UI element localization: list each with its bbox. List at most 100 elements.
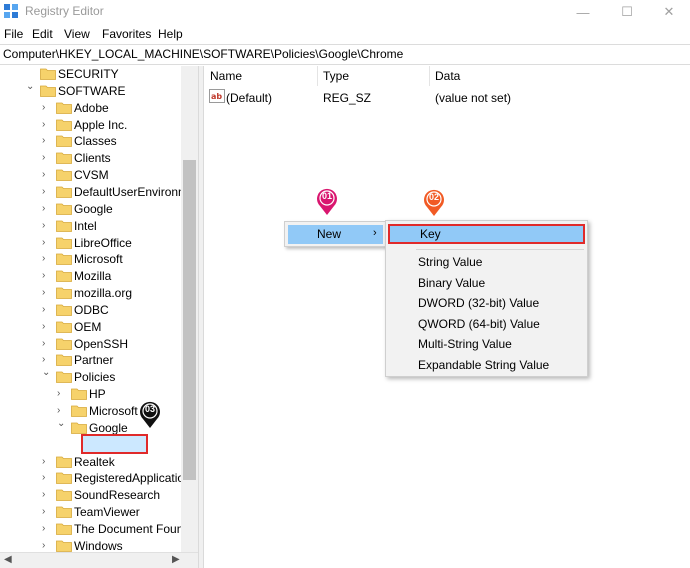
menu-favorites[interactable]: Favorites <box>102 27 151 41</box>
column-data[interactable]: Data <box>435 66 460 86</box>
chevron-right-icon[interactable]: › <box>42 102 52 114</box>
tree-item[interactable]: › The Document Found <box>0 521 190 538</box>
chevron-right-icon[interactable]: › <box>42 321 52 333</box>
column-name[interactable]: Name <box>210 66 242 86</box>
address-path: Computer\HKEY_LOCAL_MACHINE\SOFTWARE\Pol… <box>3 47 404 61</box>
chevron-right-icon[interactable]: › <box>42 506 52 518</box>
tree-item[interactable]: › RegisteredApplication <box>0 470 191 487</box>
registry-tree[interactable]: SECURITY ⌄ SOFTWARE › Adobe › Apple Inc. › Class… <box>0 66 198 554</box>
folder-icon <box>56 152 72 165</box>
tree-item[interactable]: ⌄ Policies <box>0 367 181 386</box>
tree-item[interactable]: › Apple Inc. <box>0 117 181 134</box>
tree-item-label: Policies <box>74 370 116 385</box>
tree-item[interactable]: › mozilla.org <box>0 285 181 302</box>
value-name: (Default) <box>226 91 273 105</box>
tree-item[interactable]: › Classes <box>0 133 181 150</box>
minimize-button[interactable]: — <box>562 0 604 24</box>
chevron-right-icon[interactable]: › <box>42 152 52 164</box>
tree-item[interactable]: › Intel <box>0 218 181 235</box>
tree-item[interactable]: › ODBC <box>0 302 181 319</box>
tree-horizontal-scrollbar[interactable]: ◀ ▶ <box>0 552 198 568</box>
menu-item-string-value[interactable]: String Value <box>418 255 482 269</box>
window-title: Registry Editor <box>25 4 104 18</box>
chevron-right-icon[interactable]: › <box>42 304 52 316</box>
chevron-right-icon[interactable]: › <box>42 354 52 366</box>
chevron-right-icon[interactable]: › <box>42 169 52 181</box>
menu-item-dword-value[interactable]: DWORD (32-bit) Value <box>418 296 539 310</box>
chevron-right-icon[interactable]: › <box>42 237 52 249</box>
folder-icon <box>71 388 87 401</box>
menu-help[interactable]: Help <box>158 27 183 41</box>
tree-item-label: Apple Inc. <box>74 117 128 132</box>
chevron-right-icon[interactable]: › <box>42 135 52 147</box>
tree-item[interactable]: › Google <box>0 201 181 218</box>
tree-item[interactable]: › LibreOffice <box>0 235 181 252</box>
tree-item[interactable]: ⌄ SOFTWARE <box>0 81 181 100</box>
chevron-right-icon[interactable]: › <box>57 388 67 400</box>
menu-item-binary-value[interactable]: Binary Value <box>418 276 485 290</box>
menu-item-new[interactable]: New › <box>288 225 383 244</box>
tree-item-label: SoundResearch <box>74 488 161 503</box>
chevron-right-icon[interactable]: › <box>42 253 52 265</box>
menu-item-key[interactable]: Key <box>388 224 585 244</box>
folder-icon <box>56 220 72 232</box>
tree-item[interactable]: › Realtek <box>0 454 181 471</box>
callout-pin-02: 02 <box>421 187 447 217</box>
tree-item-label: RegisteredApplication <box>74 471 191 486</box>
tree-scroll-thumb[interactable] <box>183 160 196 480</box>
column-divider[interactable] <box>429 66 430 86</box>
tree-item[interactable]: › SoundResearch <box>0 487 181 504</box>
chevron-right-icon[interactable]: › <box>57 405 67 417</box>
chevron-down-icon[interactable]: ⌄ <box>26 81 36 93</box>
scroll-right-icon[interactable]: ▶ <box>172 554 180 565</box>
menu-view[interactable]: View <box>64 27 90 41</box>
folder-icon <box>56 321 72 333</box>
registry-editor-icon <box>4 4 18 18</box>
chevron-down-icon[interactable]: ⌄ <box>57 418 67 430</box>
tree-item[interactable]: › Partner <box>0 352 181 369</box>
column-type[interactable]: Type <box>323 66 349 86</box>
maximize-button[interactable]: ☐ <box>606 0 648 24</box>
folder-icon <box>56 135 72 148</box>
menu-item-expandable-string-value[interactable]: Expandable String Value <box>418 358 549 372</box>
tree-item[interactable]: › TeamViewer <box>0 504 181 521</box>
tree-item-label: Intel <box>74 218 97 233</box>
chevron-right-icon[interactable]: › <box>42 338 52 350</box>
tree-item[interactable]: › DefaultUserEnvironme <box>0 184 195 201</box>
chevron-right-icon[interactable]: › <box>42 270 52 282</box>
chevron-right-icon[interactable]: › <box>42 186 52 198</box>
menu-item-qword-value[interactable]: QWORD (64-bit) Value <box>418 317 540 331</box>
chevron-right-icon[interactable]: › <box>42 540 52 552</box>
tree-item[interactable]: › CVSM <box>0 167 181 184</box>
folder-icon <box>56 169 72 181</box>
chevron-right-icon[interactable]: › <box>42 287 52 299</box>
tree-item[interactable]: › Clients <box>0 150 181 167</box>
folder-icon <box>56 338 72 350</box>
tree-item-label: Google <box>89 420 128 435</box>
chevron-right-icon[interactable]: › <box>42 220 52 232</box>
menu-file[interactable]: File <box>4 27 23 41</box>
minimize-icon: — <box>576 4 590 20</box>
menu-bar: File Edit View Favorites Help <box>0 24 690 44</box>
new-submenu: Key String Value Binary Value DWORD (32-… <box>385 220 588 377</box>
scroll-left-icon[interactable]: ◀ <box>4 554 12 565</box>
close-button[interactable]: ✕ <box>648 0 690 24</box>
chevron-down-icon[interactable]: ⌄ <box>42 367 52 379</box>
tree-item[interactable]: › OEM <box>0 319 181 336</box>
chevron-right-icon[interactable]: › <box>42 119 52 131</box>
column-divider[interactable] <box>317 66 318 86</box>
tree-item-label: DefaultUserEnvironme <box>74 184 195 199</box>
tree-item[interactable]: › OpenSSH <box>0 336 181 353</box>
menu-item-multi-string-value[interactable]: Multi-String Value <box>418 337 512 351</box>
tree-item[interactable]: › Adobe <box>0 100 181 117</box>
chevron-right-icon[interactable]: › <box>42 203 52 215</box>
chevron-right-icon[interactable]: › <box>42 489 52 501</box>
tree-item[interactable]: › Mozilla <box>0 268 181 285</box>
tree-item[interactable]: › Microsoft <box>0 251 181 268</box>
folder-icon <box>56 287 72 299</box>
menu-edit[interactable]: Edit <box>32 27 53 41</box>
chevron-right-icon[interactable]: › <box>42 456 52 468</box>
chevron-right-icon[interactable]: › <box>42 523 52 535</box>
chevron-right-icon[interactable]: › <box>42 472 52 484</box>
address-bar[interactable]: Computer\HKEY_LOCAL_MACHINE\SOFTWARE\Pol… <box>0 44 690 65</box>
